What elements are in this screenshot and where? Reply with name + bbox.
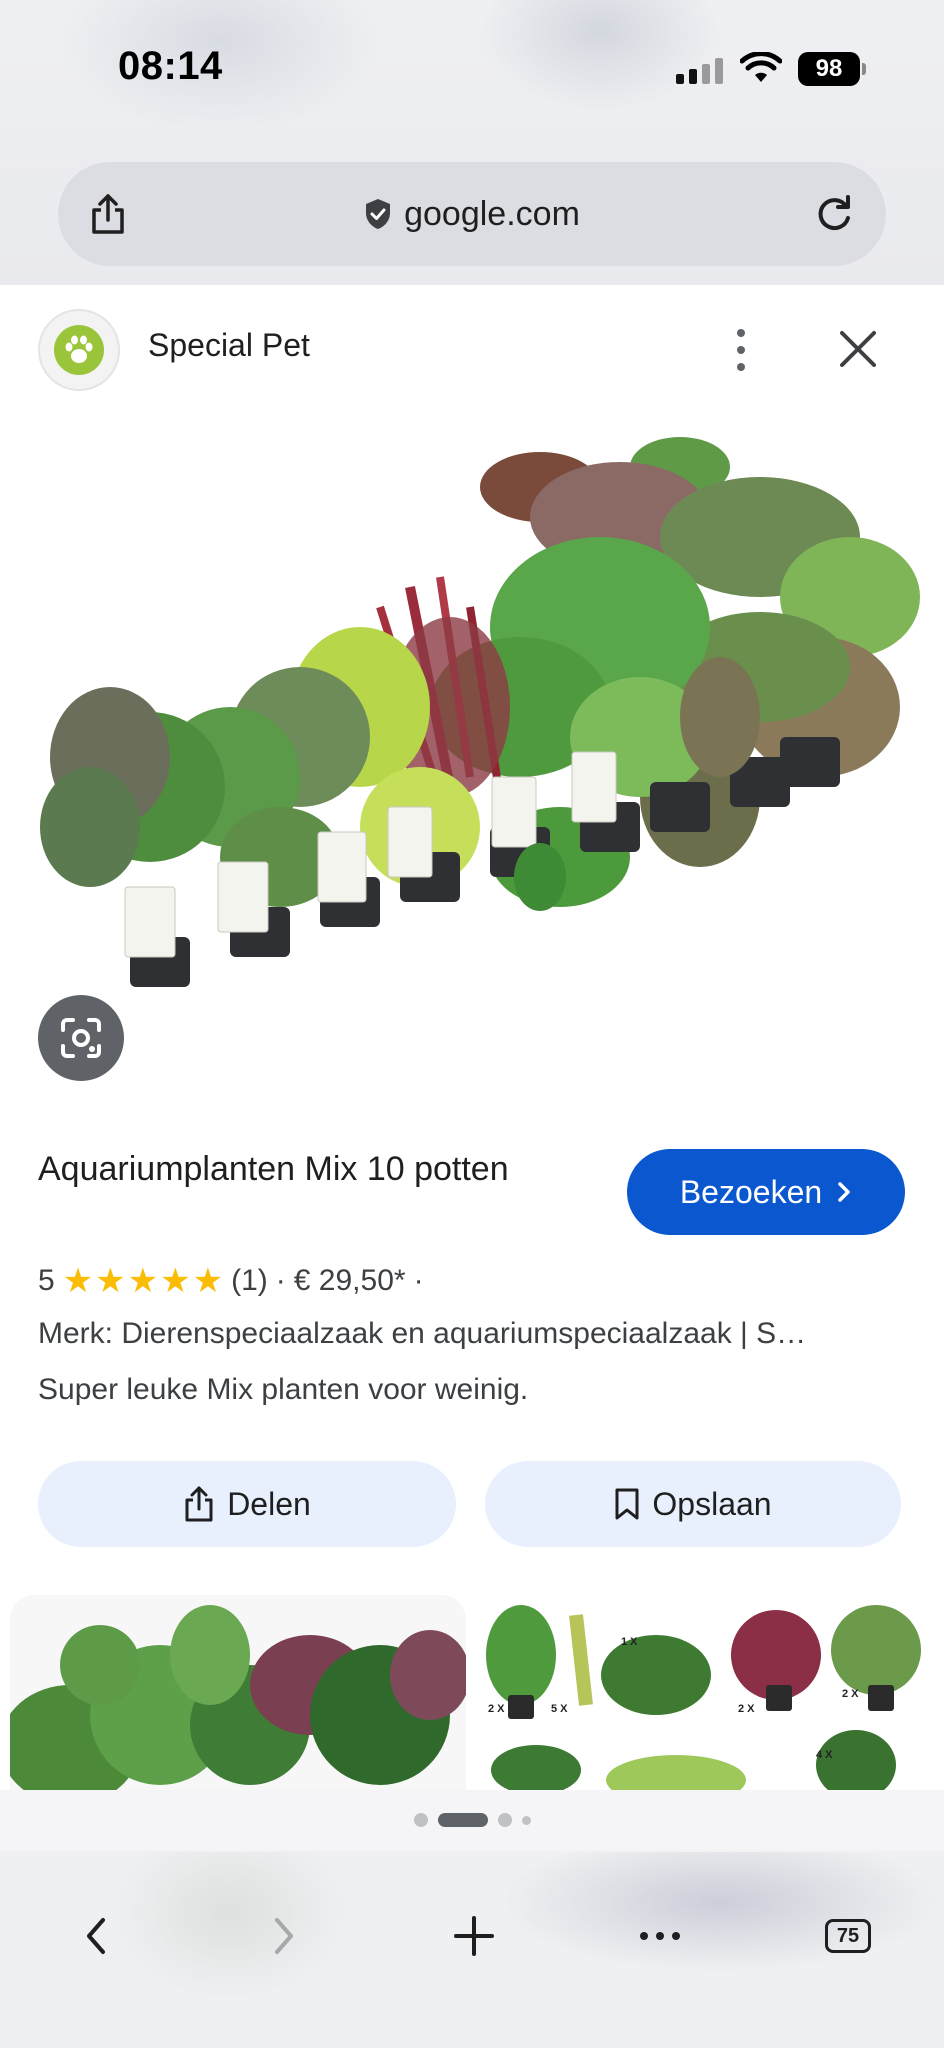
product-title[interactable]: Aquariumplanten Mix 10 potten — [38, 1145, 598, 1193]
save-label: Opslaan — [652, 1485, 772, 1522]
qty-label: 2 X — [488, 1703, 505, 1715]
visit-button[interactable]: Bezoeken — [627, 1149, 905, 1235]
battery-cap — [862, 63, 866, 75]
close-icon[interactable] — [836, 327, 880, 371]
separator: · — [275, 1264, 286, 1297]
brand-line: Merk: Dierenspeciaalzaak en aquariumspec… — [38, 1317, 807, 1350]
signal-icon — [676, 58, 723, 84]
url-display[interactable]: google.com — [58, 162, 886, 266]
separator: · — [413, 1264, 424, 1297]
share-button[interactable]: Delen — [38, 1461, 456, 1547]
related-plants-grid-illustration: 2 X 5 X 1 X 2 X 2 X 4 X — [486, 1605, 921, 1790]
battery-indicator: 98 — [798, 52, 860, 86]
star-rating: ★ ★ ★ ★ ★ — [63, 1264, 223, 1298]
page-dot — [521, 1815, 531, 1825]
wifi-icon — [740, 52, 782, 82]
plants-illustration — [40, 437, 920, 987]
rating-value: 5 — [38, 1264, 55, 1297]
ellipsis-icon[interactable] — [630, 1906, 690, 1966]
star-icon: ★ — [160, 1262, 191, 1300]
shield-icon — [366, 199, 391, 229]
page-dot — [497, 1813, 512, 1827]
result-sheet: Special Pet Aquariumplanten Mix 10 potte… — [0, 285, 944, 1790]
plus-icon[interactable] — [444, 1906, 504, 1966]
forward-icon[interactable] — [254, 1906, 314, 1966]
reload-icon[interactable] — [812, 192, 856, 236]
page-dot — [413, 1813, 428, 1827]
visit-button-label: Bezoeken — [679, 1173, 823, 1210]
url-text: google.com — [404, 194, 580, 233]
star-icon: ★ — [95, 1262, 126, 1300]
status-time: 08:14 — [118, 44, 223, 88]
price: € 29,50* — [293, 1264, 406, 1297]
qty-label: 4 X — [816, 1749, 833, 1761]
status-bar: 08:14 98 — [0, 0, 944, 140]
site-logo — [38, 309, 120, 391]
related-image-2[interactable]: 2 X 5 X 1 X 2 X 2 X 4 X — [476, 1595, 934, 1790]
site-name[interactable]: Special Pet — [148, 327, 310, 364]
back-icon[interactable] — [66, 1906, 126, 1966]
url-bar[interactable]: google.com — [58, 162, 886, 266]
tabs-count: 75 — [825, 1919, 871, 1953]
qty-label: 1 X — [621, 1636, 638, 1648]
browser-toolbar: 75 — [0, 1852, 944, 2048]
description: Super leuke Mix planten voor weinig. — [38, 1373, 529, 1406]
page-indicator — [0, 1790, 944, 1850]
rating-row: 5 ★ ★ ★ ★ ★ (1) · € 29,50* · — [38, 1259, 424, 1303]
related-image-1[interactable] — [10, 1595, 466, 1790]
related-plants-illustration — [10, 1605, 466, 1790]
lens-icon[interactable] — [38, 995, 124, 1081]
star-icon: ★ — [127, 1262, 159, 1300]
review-count: (1) — [231, 1264, 268, 1297]
paw-icon — [54, 325, 104, 375]
product-image[interactable] — [0, 407, 944, 1087]
tabs-button[interactable]: 75 — [818, 1906, 878, 1966]
share-icon — [185, 1486, 213, 1522]
page-dot-active — [437, 1813, 488, 1827]
more-vert-icon[interactable] — [726, 325, 756, 375]
qty-label: 2 X — [842, 1688, 859, 1700]
star-icon: ★ — [62, 1262, 94, 1300]
screen: 08:14 98 google.com Special Pet Aquarium… — [0, 0, 944, 2048]
share-label: Delen — [227, 1485, 311, 1522]
sheet-header: Special Pet — [0, 285, 944, 407]
bookmark-icon — [615, 1488, 639, 1520]
qty-label: 5 X — [551, 1703, 568, 1715]
chevron-right-icon — [838, 1182, 850, 1202]
qty-label: 2 X — [738, 1703, 755, 1715]
save-button[interactable]: Opslaan — [485, 1461, 901, 1547]
star-icon: ★ — [192, 1262, 224, 1300]
